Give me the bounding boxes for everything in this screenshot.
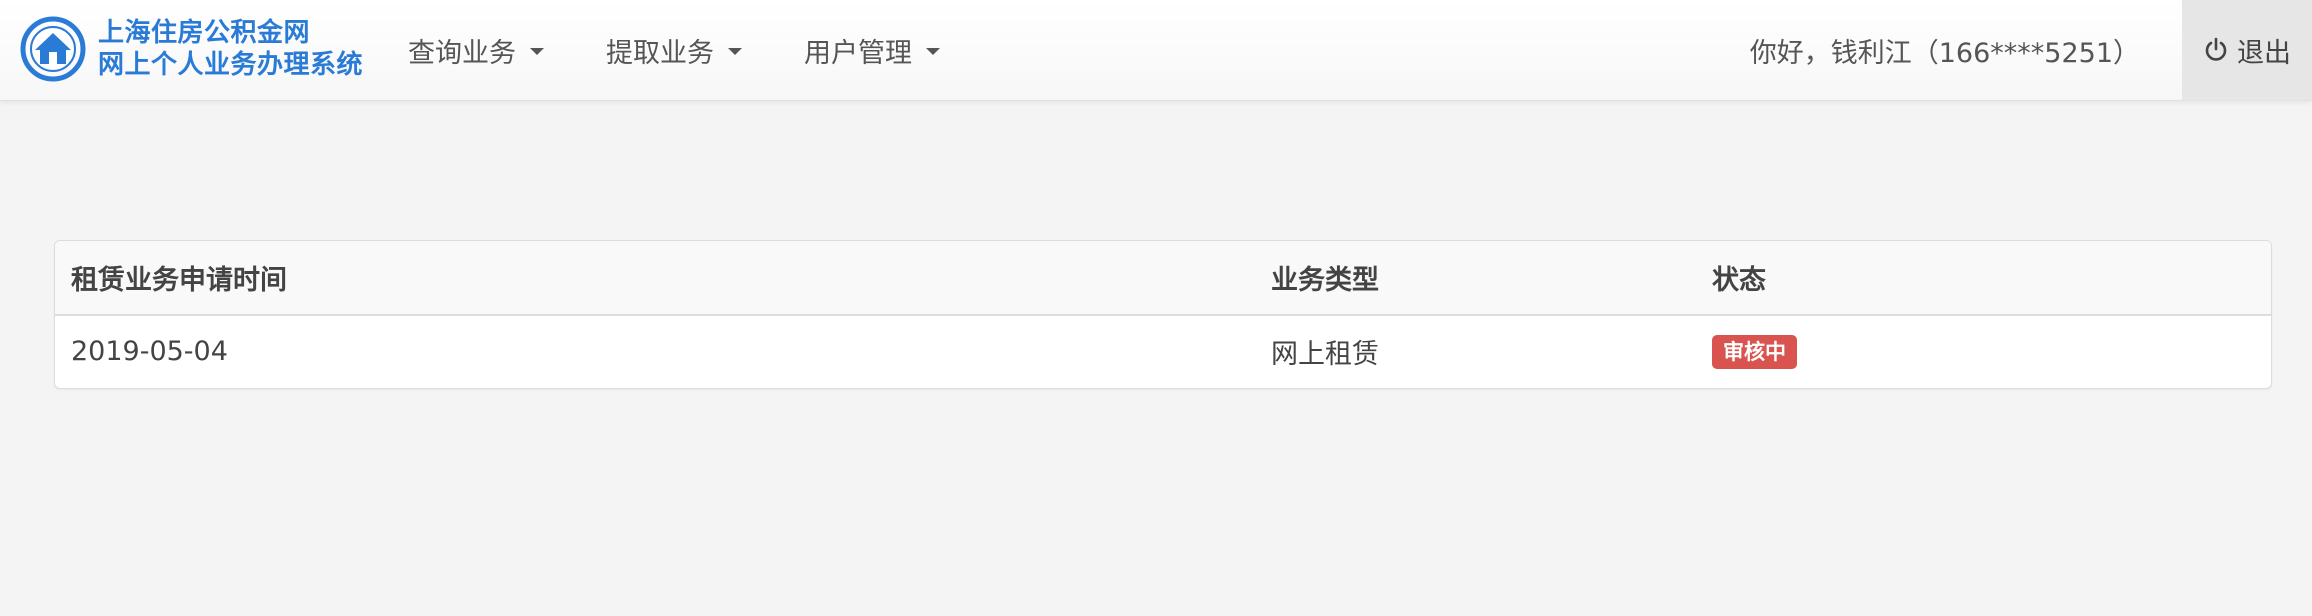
brand-logo-link[interactable]: 上海住房公积金网 网上个人业务办理系统 [20,14,363,84]
nav-item-label: 查询业务 [408,37,516,69]
brand-title: 上海住房公积金网 [98,18,311,48]
column-header-apply-date: 租赁业务申请时间 [71,265,287,296]
caret-down-icon [530,47,544,55]
nav-item-label: 提取业务 [606,37,714,69]
logout-label: 退出 [2237,37,2291,69]
status-badge: 审核中 [1712,334,1797,369]
user-greeting: 你好，钱利江（166****5251） [1749,37,2140,69]
nav-item-query[interactable]: 查询业务 [408,31,544,70]
main-nav-menu: 查询业务 提取业务 用户管理 [408,0,1002,100]
nav-item-label: 用户管理 [804,37,912,69]
nav-item-withdraw[interactable]: 提取业务 [606,31,742,70]
brand-subtitle: 网上个人业务办理系统 [98,50,364,80]
cell-status: 审核中 [1696,315,2271,387]
cell-business-type: 网上租赁 [1271,339,1379,370]
cell-apply-date: 2019-05-04 [71,336,228,367]
column-header-status: 状态 [1712,265,1766,296]
rental-applications-panel: 租赁业务申请时间 业务类型 状态 2019-05-04 网上租赁 审核中 [54,240,2272,389]
logout-button[interactable]: 退出 [2182,0,2312,100]
caret-down-icon [728,47,742,55]
nav-item-user-management[interactable]: 用户管理 [804,31,940,70]
power-icon [2205,37,2227,61]
caret-down-icon [926,47,940,55]
column-header-business-type: 业务类型 [1271,265,1379,296]
brand-text: 上海住房公积金网 网上个人业务办理系统 [98,17,363,81]
rental-applications-table: 租赁业务申请时间 业务类型 状态 2019-05-04 网上租赁 审核中 [55,241,2271,387]
top-navbar: 上海住房公积金网 网上个人业务办理系统 查询业务 提取业务 用户管理 你好，钱利… [0,0,2312,101]
table-header-row: 租赁业务申请时间 业务类型 状态 [55,241,2271,315]
house-logo-icon [20,16,86,82]
table-row[interactable]: 2019-05-04 网上租赁 审核中 [55,315,2271,387]
